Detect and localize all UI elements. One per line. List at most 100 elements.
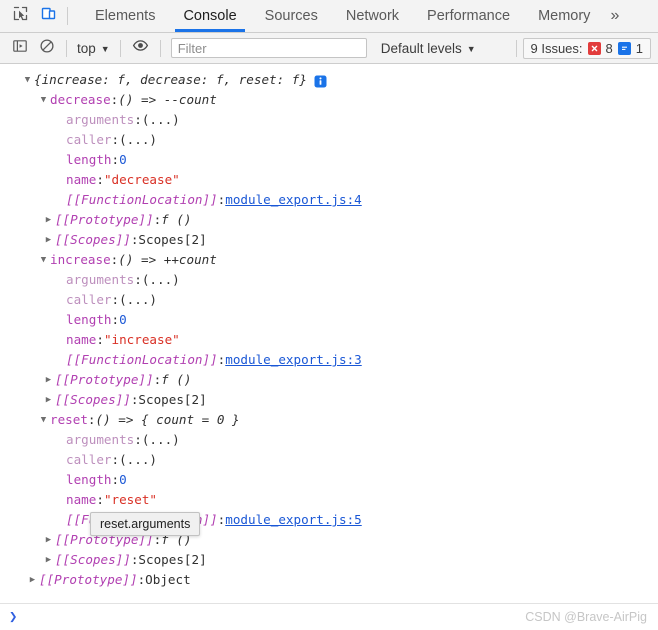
property-value: 0 — [119, 312, 127, 327]
tab-elements[interactable]: Elements — [81, 0, 169, 32]
disclosure-triangle-icon[interactable] — [38, 90, 49, 110]
tree-row-property[interactable]: caller : (...) — [0, 290, 658, 310]
property-value: Scopes[2] — [138, 552, 207, 567]
property-colon: : — [134, 432, 142, 447]
property-colon: : — [111, 472, 120, 487]
tree-row-property[interactable]: [[Scopes]] : Scopes[2] — [0, 550, 658, 570]
property-colon: : — [217, 192, 226, 207]
clear-console-button[interactable] — [33, 35, 60, 62]
source-link[interactable]: module_export.js:4 — [225, 190, 361, 210]
tree-row-property[interactable]: increase : () => ++count — [0, 250, 658, 270]
live-expression-button[interactable] — [127, 35, 154, 62]
tree-row-property[interactable]: [[FunctionLocation]] : module_export.js:… — [0, 190, 658, 210]
device-toolbar-button[interactable] — [34, 0, 62, 32]
log-levels-selector[interactable]: Default levels ▼ — [381, 41, 476, 56]
property-value[interactable]: (...) — [142, 110, 180, 130]
tab-network[interactable]: Network — [332, 0, 413, 32]
info-badge-icon — [617, 41, 631, 55]
tree-row-property[interactable]: [[FunctionLocation]] : module_export.js:… — [0, 350, 658, 370]
tree-row-property[interactable]: name : "increase" — [0, 330, 658, 350]
disclosure-triangle-icon[interactable] — [22, 70, 33, 90]
disclosure-triangle-icon[interactable] — [43, 210, 54, 230]
property-name: reset — [50, 412, 88, 427]
tree-row-property[interactable]: reset : () => { count = 0 } — [0, 410, 658, 430]
property-value[interactable]: (...) — [119, 130, 157, 150]
tooltip-text: reset.arguments — [100, 517, 191, 531]
tree-row-property[interactable]: name : "reset" — [0, 490, 658, 510]
property-colon: : — [217, 352, 226, 367]
tree-row-property[interactable]: name : "decrease" — [0, 170, 658, 190]
property-value[interactable]: (...) — [142, 430, 180, 450]
property-value: () => { count = 0 } — [95, 412, 240, 427]
tree-row-property[interactable]: [[Prototype]] : f () — [0, 210, 658, 230]
console-sidebar-button[interactable] — [6, 35, 33, 62]
property-name: [[Prototype]] — [55, 372, 154, 387]
property-colon: : — [137, 572, 146, 587]
disclosure-triangle-icon[interactable] — [43, 550, 54, 570]
tree-row-property[interactable]: decrease : () => --count — [0, 90, 658, 110]
property-name: name — [66, 332, 97, 347]
source-link[interactable]: module_export.js:3 — [225, 350, 361, 370]
tree-row-property[interactable]: [[Prototype]] : f () — [0, 370, 658, 390]
issues-button[interactable]: 9 Issues: 8 1 — [522, 37, 651, 59]
tab-console-label: Console — [183, 8, 237, 24]
prompt-chevron-icon: ❯ — [9, 609, 18, 625]
property-colon: : — [110, 252, 119, 267]
tree-row-property[interactable]: arguments : (...) — [0, 430, 658, 450]
property-value: () => ++count — [118, 252, 217, 267]
tree-row-root-prototype[interactable]: [[Prototype]] : Object — [0, 570, 658, 590]
property-colon: : — [134, 112, 142, 127]
property-value: f () — [161, 212, 192, 227]
inspect-element-button[interactable] — [6, 0, 34, 32]
tree-row-property[interactable]: length : 0 — [0, 310, 658, 330]
tree-row-property[interactable]: caller : (...) — [0, 130, 658, 150]
property-value[interactable]: (...) — [142, 270, 180, 290]
disclosure-triangle-icon[interactable] — [38, 250, 49, 270]
filter-input[interactable] — [177, 40, 360, 56]
tree-row-property[interactable]: arguments : (...) — [0, 110, 658, 130]
info-circle-icon[interactable] — [314, 75, 327, 88]
tab-performance-label: Performance — [427, 8, 511, 24]
disclosure-triangle-icon[interactable] — [38, 410, 49, 430]
toolbar-divider-4 — [515, 39, 517, 57]
tab-sources[interactable]: Sources — [251, 0, 332, 32]
devtools-window: Elements Console Sources Network Perform… — [0, 0, 658, 630]
tree-row-property[interactable]: arguments : (...) — [0, 270, 658, 290]
property-name: arguments — [66, 272, 135, 287]
tab-performance[interactable]: Performance — [413, 0, 524, 32]
property-name: increase — [50, 252, 111, 267]
issues-label: 9 Issues: — [530, 40, 583, 56]
property-colon: : — [96, 172, 104, 187]
property-colon: : — [130, 552, 139, 567]
property-name: arguments — [66, 112, 135, 127]
property-colon: : — [130, 232, 139, 247]
disclosure-triangle-icon[interactable] — [43, 390, 54, 410]
tree-row-property[interactable]: length : 0 — [0, 470, 658, 490]
tab-memory[interactable]: Memory — [524, 0, 604, 32]
console-output-area[interactable]: {increase: f, decrease: f, reset: f} dec… — [0, 64, 658, 603]
property-value[interactable]: (...) — [119, 290, 157, 310]
property-value: "reset" — [103, 492, 158, 507]
property-colon: : — [217, 512, 226, 527]
property-name: length — [66, 472, 112, 487]
tree-row-property[interactable]: [[Scopes]] : Scopes[2] — [0, 230, 658, 250]
tree-row-property[interactable]: length : 0 — [0, 150, 658, 170]
disclosure-triangle-icon[interactable] — [43, 230, 54, 250]
more-tabs-button[interactable]: » — [604, 0, 629, 32]
disclosure-triangle-icon[interactable] — [27, 570, 38, 590]
console-message-object[interactable]: {increase: f, decrease: f, reset: f} — [0, 70, 658, 90]
tab-memory-label: Memory — [538, 8, 591, 24]
disclosure-triangle-icon[interactable] — [43, 370, 54, 390]
tree-row-property[interactable]: [[Scopes]] : Scopes[2] — [0, 390, 658, 410]
tab-console[interactable]: Console — [169, 0, 250, 32]
tree-row-property[interactable]: caller : (...) — [0, 450, 658, 470]
filter-field[interactable] — [170, 38, 367, 58]
disclosure-triangle-icon[interactable] — [43, 530, 54, 550]
property-value: Object — [145, 572, 191, 587]
tab-sources-label: Sources — [264, 8, 318, 24]
source-link[interactable]: module_export.js:5 — [225, 510, 361, 530]
property-colon: : — [96, 332, 104, 347]
log-levels-label: Default levels — [380, 40, 462, 56]
execution-context-selector[interactable]: top ▼ — [73, 41, 114, 56]
property-value[interactable]: (...) — [119, 450, 157, 470]
